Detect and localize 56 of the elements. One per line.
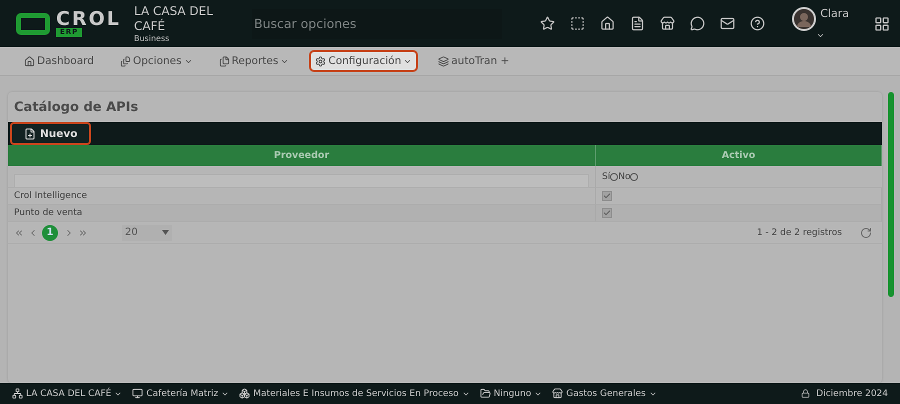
nav-item[interactable]: Reportes bbox=[212, 50, 296, 72]
page-size-select[interactable]: 20 bbox=[122, 224, 172, 240]
page-number[interactable]: 1 bbox=[42, 224, 58, 240]
dashed-square-icon[interactable] bbox=[570, 16, 586, 31]
footer-selector[interactable]: Materiales E Insumos de Servicios En Proceso bbox=[239, 388, 470, 399]
caret-icon bbox=[162, 230, 169, 235]
home-icon bbox=[24, 56, 35, 66]
documents-icon bbox=[120, 56, 131, 66]
footer-selector[interactable]: Ninguno bbox=[480, 388, 542, 399]
avatar[interactable] bbox=[792, 7, 816, 31]
new-file-icon bbox=[24, 128, 36, 140]
first-page-icon[interactable] bbox=[14, 228, 24, 238]
store-icon[interactable] bbox=[660, 16, 676, 31]
files-icon bbox=[218, 56, 230, 66]
nav-item[interactable]: Opciones bbox=[114, 50, 199, 72]
grid-icon[interactable] bbox=[874, 16, 890, 32]
boxes-icon bbox=[239, 388, 250, 399]
footer-selector[interactable]: Cafetería Matriz bbox=[132, 388, 230, 399]
table-cell: Punto de venta bbox=[8, 205, 596, 222]
footer-selector[interactable]: Gastos Generales bbox=[552, 388, 657, 399]
refresh-icon[interactable] bbox=[860, 226, 872, 238]
footer-selector[interactable]: LA CASA DEL CAFÉ bbox=[12, 388, 122, 399]
page-title: Catálogo de APIs bbox=[13, 99, 140, 117]
mail-icon[interactable] bbox=[720, 16, 736, 31]
radio-label[interactable]: Sí bbox=[602, 172, 610, 182]
company-name: LA CASA DEL CAFÉ bbox=[134, 4, 214, 34]
layers-icon bbox=[438, 56, 450, 66]
store-icon bbox=[552, 388, 564, 399]
chevron-down-icon[interactable] bbox=[816, 31, 826, 40]
radio-button[interactable] bbox=[610, 172, 618, 180]
folder-icon bbox=[480, 388, 491, 399]
period-label: Diciembre 2024 bbox=[816, 388, 888, 398]
nav-item[interactable]: autoTran + bbox=[432, 50, 516, 72]
last-page-icon[interactable] bbox=[78, 228, 88, 238]
monitor-icon bbox=[132, 388, 144, 399]
chat-icon[interactable] bbox=[690, 16, 706, 31]
logo-icon bbox=[16, 12, 50, 34]
logo-name: CROL bbox=[56, 10, 121, 28]
help-icon[interactable] bbox=[750, 16, 766, 31]
column-header[interactable]: Proveedor bbox=[8, 145, 596, 166]
lock-icon bbox=[801, 389, 810, 398]
table-cell: Crol Intelligence bbox=[8, 188, 596, 205]
plan-label: Business bbox=[134, 34, 170, 43]
star-icon[interactable] bbox=[540, 16, 556, 31]
radio-button[interactable] bbox=[630, 172, 638, 180]
settings-icon bbox=[315, 56, 326, 66]
column-header[interactable]: Activo bbox=[596, 145, 882, 166]
user-name[interactable]: Clara bbox=[820, 7, 849, 20]
records-summary: 1 - 2 de 2 registros bbox=[756, 228, 842, 238]
nav-item[interactable]: Dashboard bbox=[18, 50, 100, 72]
document-icon[interactable] bbox=[630, 16, 646, 31]
network-icon bbox=[12, 388, 23, 399]
nav-item[interactable]: Configuración bbox=[309, 50, 418, 72]
home-icon[interactable] bbox=[600, 16, 616, 31]
new-button[interactable]: Nuevo bbox=[10, 122, 92, 145]
radio-label[interactable]: No bbox=[618, 172, 630, 182]
